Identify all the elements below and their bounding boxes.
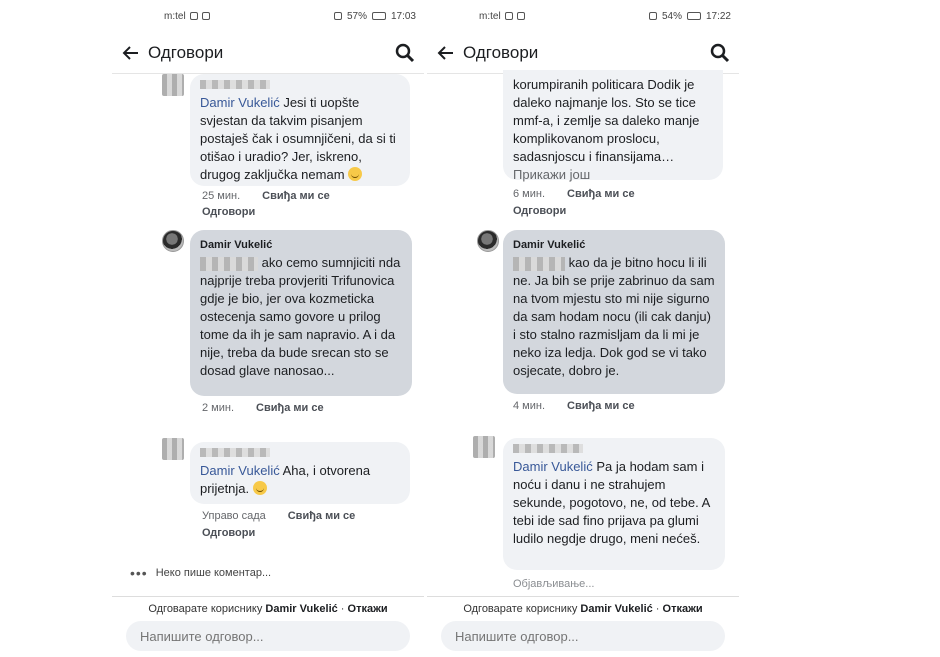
mention-link[interactable]: Damir Vukelić (200, 95, 280, 110)
comment-meta: 2 мин. Свиђа ми се (202, 402, 324, 414)
alarm-icon (333, 12, 342, 20)
alarm-icon (648, 12, 657, 20)
like-button[interactable]: Свиђа ми се (288, 510, 356, 522)
see-more-link[interactable]: Прикажи још (513, 166, 713, 184)
left-screenshot: m:tel 57% 17:03 Одговори Damir Vukelić Je… (112, 0, 424, 657)
avatar[interactable] (473, 436, 495, 458)
typing-dots-icon: ••• (130, 565, 148, 581)
like-button[interactable]: Свиђа ми се (567, 188, 635, 200)
search-icon[interactable] (705, 38, 735, 68)
comment-text: ako cemo sumnjiciti nda najprije treba p… (200, 255, 401, 378)
comment-time: 2 мин. (202, 402, 235, 414)
comment-time: Управо сада (202, 510, 266, 522)
right-screenshot: m:tel 54% 17:22 Одговори korumpiranih pol… (427, 0, 739, 657)
comment-time: 25 мин. (202, 190, 241, 202)
blurred-name (513, 444, 715, 456)
smile-emoji-icon (348, 167, 363, 181)
notification-icon (201, 12, 210, 20)
clock: 17:22 (705, 10, 731, 22)
replying-to-bar: Одговарате кориснику Damir Vukelić · Отк… (112, 596, 424, 615)
like-button[interactable]: Свиђа ми се (256, 402, 324, 414)
replying-prefix: Одговарате кориснику (148, 603, 263, 615)
replying-name: Damir Vukelić (265, 603, 338, 615)
typing-text: Неко пише коментар... (155, 567, 272, 579)
comment-bubble: Damir Vukelić ako cemo sumnjiciti nda na… (190, 230, 412, 396)
carrier-label: m:tel (479, 10, 501, 22)
blurred-name (200, 448, 400, 460)
smile-emoji-icon (252, 481, 267, 495)
back-arrow-icon[interactable] (116, 38, 146, 68)
reply-button[interactable]: Одговори (513, 205, 566, 217)
blurred-text (513, 256, 565, 271)
comment-time: 6 мин. (513, 188, 546, 200)
back-arrow-icon[interactable] (431, 38, 461, 68)
blurred-name (200, 80, 400, 92)
replying-name: Damir Vukelić (580, 603, 653, 615)
mention-link[interactable]: Damir Vukelić (513, 459, 593, 474)
battery-percent: 54% (661, 10, 682, 22)
notification-icon (516, 12, 525, 20)
avatar[interactable] (162, 230, 184, 252)
wifi-icon (189, 12, 198, 20)
comment-bubble: Damir Vukelić Aha, i otvorena prijetnja. (190, 442, 410, 504)
like-button[interactable]: Свиђа ми се (262, 190, 330, 202)
comment-text: kao da je bitno hocu li ili ne. Ja bih s… (513, 255, 715, 378)
comment-bubble: korumpiranih politicara Dodik je daleko … (503, 70, 723, 182)
cancel-reply-button[interactable]: Откажи (663, 603, 703, 615)
comment-bubble: Damir Vukelić kao da je bitno hocu li il… (503, 230, 725, 394)
replying-prefix: Одговарате кориснику (463, 603, 578, 615)
search-icon[interactable] (390, 38, 420, 68)
comment-bubble: Damir Vukelić Jesi ti uopšte svjestan da… (190, 74, 410, 186)
typing-indicator: ••• Неко пише коментар... (130, 565, 271, 581)
replying-to-bar: Одговарате кориснику Damir Vukelić · Отк… (427, 596, 739, 615)
cancel-reply-button[interactable]: Откажи (348, 603, 388, 615)
reply-input[interactable] (126, 621, 410, 651)
comment-meta: 4 мин. Свиђа ми се (513, 400, 635, 412)
comment-meta: 25 мин. Свиђа ми се (202, 190, 330, 202)
status-bar: m:tel 57% 17:03 (112, 0, 424, 32)
wifi-icon (504, 12, 513, 20)
mention-link[interactable]: Damir Vukelić (200, 463, 280, 478)
status-bar: m:tel 54% 17:22 (427, 0, 739, 32)
reply-button[interactable]: Одговори (202, 206, 255, 218)
comment-bubble: Damir Vukelić Pa ja hodam sam i noću i d… (503, 438, 725, 570)
page-title: Одговори (463, 42, 539, 62)
battery-percent: 57% (346, 10, 367, 22)
carrier-label: m:tel (164, 10, 186, 22)
blurred-text (200, 256, 258, 271)
battery-icon (686, 12, 701, 20)
reply-button[interactable]: Одговори (202, 527, 255, 539)
battery-icon (371, 12, 386, 20)
comment-meta: Управо сада Свиђа ми се (202, 510, 355, 522)
comment-meta: 6 мин. Свиђа ми се (513, 188, 635, 200)
avatar[interactable] (477, 230, 499, 252)
like-button[interactable]: Свиђа ми се (567, 400, 635, 412)
comment-author[interactable]: Damir Vukelić (513, 236, 715, 254)
avatar[interactable] (162, 74, 184, 96)
clock: 17:03 (390, 10, 416, 22)
reply-input[interactable] (441, 621, 725, 651)
comment-time: 4 мин. (513, 400, 546, 412)
app-bar: Одговори (427, 32, 739, 74)
posting-status: Објављивање... (513, 578, 595, 590)
page-title: Одговори (148, 42, 224, 62)
avatar[interactable] (162, 438, 184, 460)
app-bar: Одговори (112, 32, 424, 74)
comment-text: korumpiranih politicara Dodik je daleko … (513, 77, 700, 164)
comment-author[interactable]: Damir Vukelić (200, 236, 402, 254)
